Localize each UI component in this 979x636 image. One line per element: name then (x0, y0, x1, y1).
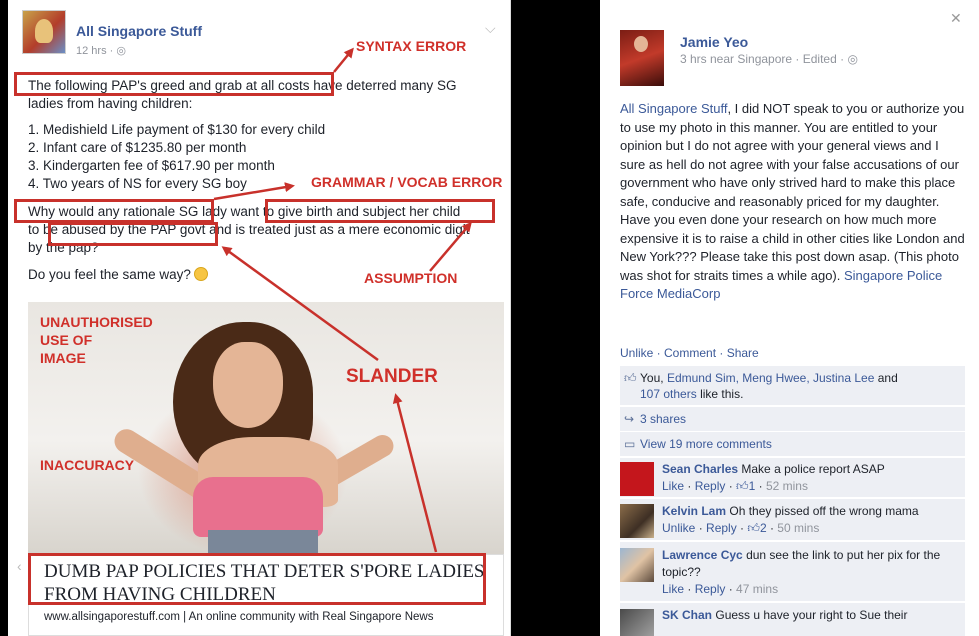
comment-item: Sean Charles Make a police report ASAP L… (620, 458, 965, 498)
mention-link[interactable]: MediaCorp (657, 286, 721, 301)
reply-body: All Singapore Stuff, I did NOT speak to … (620, 101, 965, 301)
likers-link[interactable]: Edmund Sim, Meng Hwee, Justina Lee (667, 371, 874, 385)
reply-button[interactable]: Reply (695, 582, 726, 596)
arrow-assumption (429, 221, 472, 272)
share-icon: ↪ (624, 412, 635, 426)
others-link[interactable]: 107 others (640, 387, 697, 401)
like-button[interactable]: Like (662, 582, 684, 596)
commenter-avatar[interactable] (620, 504, 654, 538)
thumbs-up-icon: 👍︎ (747, 521, 760, 535)
shares-row[interactable]: ↪ 3 shares (620, 407, 965, 432)
commenter-name[interactable]: Sean Charles (662, 462, 738, 476)
comment-item: SK Chan Guess u have your right to Sue t… (620, 603, 965, 636)
unlike-button[interactable]: Unlike (662, 521, 695, 535)
view-more-comments[interactable]: ▭ View 19 more comments (620, 432, 965, 457)
reply-meta: 3 hrs near Singapore · Edited · ◎ (680, 52, 858, 66)
thumbs-up-icon: 👍︎ (736, 479, 749, 493)
arrow-slander-down (392, 393, 438, 553)
globe-icon: ◎ (847, 52, 858, 66)
commenter-avatar[interactable] (620, 462, 654, 496)
arrow-syntax (333, 47, 354, 73)
commenter-avatar[interactable] (620, 548, 654, 582)
arrow-grammar (213, 182, 295, 201)
reply-author-name[interactable]: Jamie Yeo (680, 34, 748, 50)
reply-button[interactable]: Reply (706, 521, 737, 535)
commenter-name[interactable]: Kelvin Lam (662, 504, 726, 518)
reply-panel: ✕ Jamie Yeo 3 hrs near Singapore · Edite… (600, 0, 979, 636)
like-button[interactable]: Like (662, 479, 684, 493)
comment-item: Lawrence Cyc dun see the link to put her… (620, 542, 965, 602)
close-icon[interactable]: ✕ (950, 10, 962, 27)
arrow-slander-up (221, 246, 379, 362)
post-actions[interactable]: Unlike · Comment · Share (620, 346, 759, 360)
commenter-name[interactable]: Lawrence Cyc (662, 548, 743, 562)
likes-summary: 👍︎ You, Edmund Sim, Meng Hwee, Justina Le… (620, 366, 965, 406)
mention-link[interactable]: All Singapore Stuff (620, 101, 727, 116)
commenter-avatar[interactable] (620, 609, 654, 636)
comment-item: Kelvin Lam Oh they pissed off the wrong … (620, 499, 965, 541)
thumbs-up-icon: 👍︎ (624, 371, 637, 385)
reply-button[interactable]: Reply (695, 479, 726, 493)
commenter-name[interactable]: SK Chan (662, 608, 712, 622)
avatar[interactable] (620, 30, 664, 86)
comment-icon: ▭ (624, 437, 636, 451)
